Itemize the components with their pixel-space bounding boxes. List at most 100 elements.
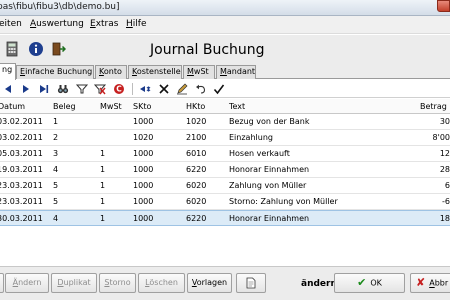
cell-skto: 1000 xyxy=(133,149,154,158)
undo-icon[interactable] xyxy=(195,83,207,95)
col-header-hkto[interactable]: HKto xyxy=(186,102,205,111)
cell-betrag: 6 xyxy=(444,181,450,190)
cell-betrag: 8'00 xyxy=(432,133,450,142)
cancel-booking-icon[interactable]: C xyxy=(113,83,125,95)
table-row[interactable]: 19.03.2011 4 1 1000 6220 Honorar Einnahmen 28 xyxy=(0,162,450,178)
cell-mwst: 1 xyxy=(100,149,106,158)
main-toolbar: Journal Buchung xyxy=(0,35,450,63)
cell-datum: 05.03.2011 xyxy=(0,149,43,158)
cell-betrag: 30 xyxy=(439,117,450,126)
menu-dateien[interactable]: eiten xyxy=(0,19,22,29)
table-row[interactable]: 03.02.2011 2 1020 2100 Einzahlung 8'00 xyxy=(0,130,450,146)
cell-beleg: 4 xyxy=(53,214,59,223)
edit-record-icon[interactable] xyxy=(176,83,188,95)
cell-datum: 23.03.2011 xyxy=(0,197,43,206)
aendern-button[interactable]: Ändern xyxy=(5,273,49,293)
cell-skto: 1000 xyxy=(133,214,154,223)
grid-header: Datum Beleg MwSt SKto HKto Text Betrag xyxy=(0,99,450,114)
cell-hkto: 6020 xyxy=(186,197,207,206)
cell-datum: 03.02.2011 xyxy=(0,117,43,126)
journal-grid: Datum Beleg MwSt SKto HKto Text Betrag 0… xyxy=(0,99,450,270)
cell-betrag: -6 xyxy=(442,197,450,206)
menu-hilfe[interactable]: Hilfe xyxy=(126,19,147,29)
window-title: pas\fibu\fibu3\db\demo.bu] xyxy=(0,2,120,12)
col-header-skto[interactable]: SKto xyxy=(133,102,151,111)
cell-skto: 1000 xyxy=(133,117,154,126)
exit-door-icon[interactable] xyxy=(50,41,66,57)
menu-extras[interactable]: Extras xyxy=(90,19,118,29)
previous-record-icon[interactable] xyxy=(2,83,14,95)
cancel-x-icon: ✘ xyxy=(416,276,426,289)
delete-record-icon[interactable] xyxy=(158,83,170,95)
cell-datum: 19.03.2011 xyxy=(0,165,43,174)
cell-betrag: 18 xyxy=(439,214,450,223)
tab-einfache-buchung[interactable]: Einfache Buchung xyxy=(16,65,94,79)
cell-hkto: 6220 xyxy=(186,165,207,174)
document-icon xyxy=(246,277,256,288)
table-row[interactable]: 23.03.2011 5 1 1000 6020 Zahlung von Müller 6 xyxy=(0,178,450,194)
cell-text: Zahlung von Müller xyxy=(229,181,307,190)
cell-datum: 23.03.2011 xyxy=(0,181,43,190)
menu-auswertung[interactable]: Auswertung xyxy=(30,19,84,29)
tab-konto[interactable]: Konto xyxy=(95,65,127,79)
table-row[interactable]: 05.03.2011 3 1 1000 6010 Hosen verkauft 12 xyxy=(0,146,450,162)
tab-mandant[interactable]: Mandant xyxy=(216,65,256,79)
cell-datum: 03.02.2011 xyxy=(0,133,43,142)
calculator-icon[interactable] xyxy=(4,41,20,57)
menu-bar: eiten Auswertung Extras Hilfe xyxy=(0,16,450,34)
col-header-betrag[interactable]: Betrag xyxy=(420,102,447,111)
tab-journal[interactable]: ng xyxy=(0,63,16,80)
tab-strip: ng Einfache Buchung Konto Kostenstelle M… xyxy=(0,63,450,80)
table-row[interactable]: 23.03.2011 5 1 1000 6020 Storno: Zahlung von … xyxy=(0,194,450,210)
cell-skto: 1020 xyxy=(133,133,154,142)
button-edge xyxy=(0,273,4,293)
tab-mwst[interactable]: MwSt xyxy=(183,65,215,79)
navigation-toolbar: C xyxy=(0,80,450,98)
col-header-mwst[interactable]: MwSt xyxy=(100,102,122,111)
cell-text: Honorar Einnahmen xyxy=(229,214,310,223)
cell-skto: 1000 xyxy=(133,181,154,190)
vorlagen-button[interactable]: Vorlagen xyxy=(187,273,232,293)
cell-text: Storno: Zahlung von Müller xyxy=(229,197,338,206)
abbrechen-button[interactable]: ✘ Abbr xyxy=(410,273,450,293)
cell-beleg: 1 xyxy=(53,117,59,126)
table-row[interactable]: 03.02.2011 1 1000 1020 Bezug von der Bank 30 xyxy=(0,114,450,130)
cell-beleg: 5 xyxy=(53,197,59,206)
next-record-icon[interactable] xyxy=(20,83,32,95)
cell-mwst: 1 xyxy=(100,181,106,190)
clear-filter-icon[interactable] xyxy=(94,83,106,95)
col-header-beleg[interactable]: Beleg xyxy=(53,102,76,111)
close-window-button[interactable] xyxy=(437,0,450,12)
cell-beleg: 4 xyxy=(53,165,59,174)
tab-kostenstelle[interactable]: Kostenstelle xyxy=(128,65,182,79)
cell-hkto: 1020 xyxy=(186,117,207,126)
cell-hkto: 6020 xyxy=(186,181,207,190)
cell-mwst: 1 xyxy=(100,165,106,174)
cell-text: Bezug von der Bank xyxy=(229,117,310,126)
page-title: Journal Buchung xyxy=(150,42,265,58)
binoculars-search-icon[interactable] xyxy=(57,83,69,95)
cell-text: Hosen verkauft xyxy=(229,149,290,158)
ok-button[interactable]: ✔ OK xyxy=(334,273,405,293)
button-bar: Ändern Duplikat Storno Löschen Vorlagen … xyxy=(0,266,450,300)
print-button[interactable] xyxy=(236,273,266,293)
cell-skto: 1000 xyxy=(133,165,154,174)
col-header-datum[interactable]: Datum xyxy=(0,102,25,111)
confirm-check-icon[interactable] xyxy=(213,83,225,95)
last-record-icon[interactable] xyxy=(38,83,50,95)
info-icon[interactable] xyxy=(28,41,44,57)
table-row[interactable]: 30.03.2011 4 1 1000 6220 Honorar Einnahmen 18 xyxy=(0,210,450,226)
checkmark-icon: ✔ xyxy=(357,276,367,289)
svg-text:C: C xyxy=(116,85,122,94)
cell-betrag: 12 xyxy=(439,149,450,158)
cell-skto: 1000 xyxy=(133,197,154,206)
col-header-text[interactable]: Text xyxy=(229,102,245,111)
cell-beleg: 5 xyxy=(53,181,59,190)
toolbar-separator xyxy=(132,83,133,95)
filter-icon[interactable] xyxy=(76,83,88,95)
loeschen-button[interactable]: Löschen xyxy=(138,273,185,293)
cell-hkto: 6010 xyxy=(186,149,207,158)
new-record-icon[interactable] xyxy=(139,83,151,95)
storno-button[interactable]: Storno xyxy=(99,273,136,293)
duplikat-button[interactable]: Duplikat xyxy=(51,273,97,293)
